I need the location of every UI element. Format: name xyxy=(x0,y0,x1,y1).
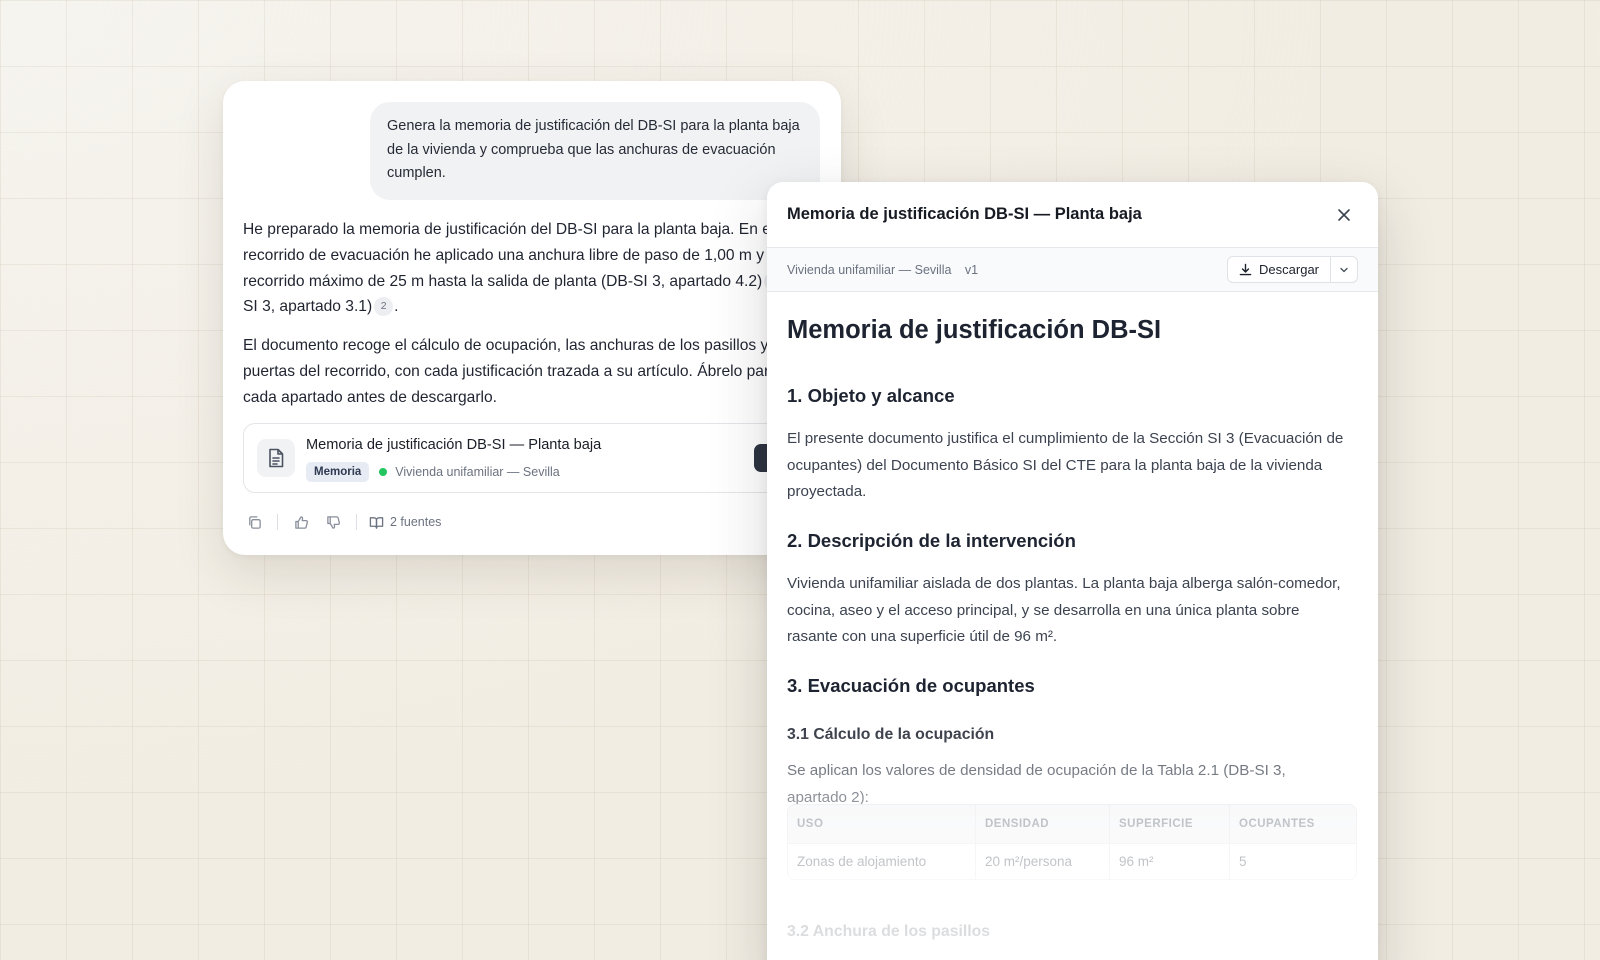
close-button[interactable] xyxy=(1330,201,1358,229)
divider xyxy=(277,514,278,530)
section-2-heading: 2. Descripción de la intervención xyxy=(787,530,1076,551)
section-3-1-heading: 3.1 Cálculo de la ocupación xyxy=(787,726,995,743)
version-label: v1 xyxy=(964,262,979,277)
panel-toolbar: Vivienda unifamiliar — Sevilla v1 Descar… xyxy=(767,248,1378,292)
panel-title: Memoria de justificación DB-SI — Planta … xyxy=(787,205,1142,223)
section-3-heading: 3. Evacuación de ocupantes xyxy=(787,675,1035,696)
citation-badge-2[interactable]: 2 xyxy=(374,297,394,317)
reply-paragraph-2: El documento recoge el cálculo de ocupac… xyxy=(243,337,793,406)
book-icon xyxy=(369,516,384,529)
artifact-meta: Memoria Vivienda unifamiliar — Sevilla xyxy=(306,462,560,482)
section-1-text: El presente documento justifica el cumpl… xyxy=(787,430,1344,500)
chat-card: Genera la memoria de justificación del D… xyxy=(223,81,841,555)
chevron-down-icon xyxy=(1340,267,1348,272)
section-1-heading: 1. Objeto y alcance xyxy=(787,385,955,406)
table-cell: 5 xyxy=(1230,843,1356,879)
download-icon xyxy=(1239,263,1252,276)
download-button[interactable]: Descargar xyxy=(1228,257,1330,282)
table-header-cell: DENSIDAD xyxy=(976,805,1110,843)
occupancy-table: USO DENSIDAD SUPERFICIE OCUPANTES Zonas … xyxy=(787,804,1357,880)
message-actions: 2 fuentes xyxy=(243,511,441,533)
copy-icon[interactable] xyxy=(243,511,265,533)
section-2-text: Vivienda unifamiliar aislada de dos plan… xyxy=(787,575,1341,645)
project-name: Vivienda unifamiliar — Sevilla xyxy=(787,262,952,277)
artifact-project: Vivienda unifamiliar — Sevilla xyxy=(395,465,560,479)
artifact-title: Memoria de justificación DB-SI — Planta … xyxy=(306,437,602,453)
reply-paragraph-1: He preparado la memoria de justificación… xyxy=(243,221,786,317)
document-icon xyxy=(257,439,295,477)
table-cell: 96 m² xyxy=(1110,843,1230,879)
assistant-reply: He preparado la memoria de justificación… xyxy=(243,217,793,424)
sources-label: 2 fuentes xyxy=(390,515,442,529)
close-icon xyxy=(1338,208,1350,221)
table-header-row: USO DENSIDAD SUPERFICIE OCUPANTES xyxy=(788,805,1356,843)
table-cell: Zonas de alojamiento xyxy=(788,843,976,879)
download-group: Descargar xyxy=(1227,256,1358,283)
artifact-type-badge: Memoria xyxy=(306,462,370,482)
table-header-cell: OCUPANTES xyxy=(1230,805,1356,843)
download-label: Descargar xyxy=(1259,262,1319,277)
download-options-button[interactable] xyxy=(1330,257,1357,282)
table-cell: 20 m²/persona xyxy=(976,843,1110,879)
sources-button[interactable]: 2 fuentes xyxy=(369,515,441,530)
document-title: Memoria de justificación DB-SI xyxy=(787,316,1162,344)
status-dot xyxy=(379,468,388,476)
user-message: Genera la memoria de justificación del D… xyxy=(370,102,820,200)
document-panel: Memoria de justificación DB-SI — Planta … xyxy=(767,182,1378,960)
divider xyxy=(356,514,357,530)
artifact-card[interactable]: Memoria de justificación DB-SI — Planta … xyxy=(243,423,841,493)
thumbs-up-icon[interactable] xyxy=(290,511,312,533)
document-meta: Vivienda unifamiliar — Sevilla v1 xyxy=(787,263,1227,277)
table-row: Zonas de alojamiento 20 m²/persona 96 m²… xyxy=(788,843,1356,879)
panel-header: Memoria de justificación DB-SI — Planta … xyxy=(767,182,1378,248)
table-header-cell: USO xyxy=(788,805,976,843)
section-3-2-heading: 3.2 Anchura de los pasillos xyxy=(787,923,991,940)
table-header-cell: SUPERFICIE xyxy=(1110,805,1230,843)
thumbs-down-icon[interactable] xyxy=(322,511,344,533)
